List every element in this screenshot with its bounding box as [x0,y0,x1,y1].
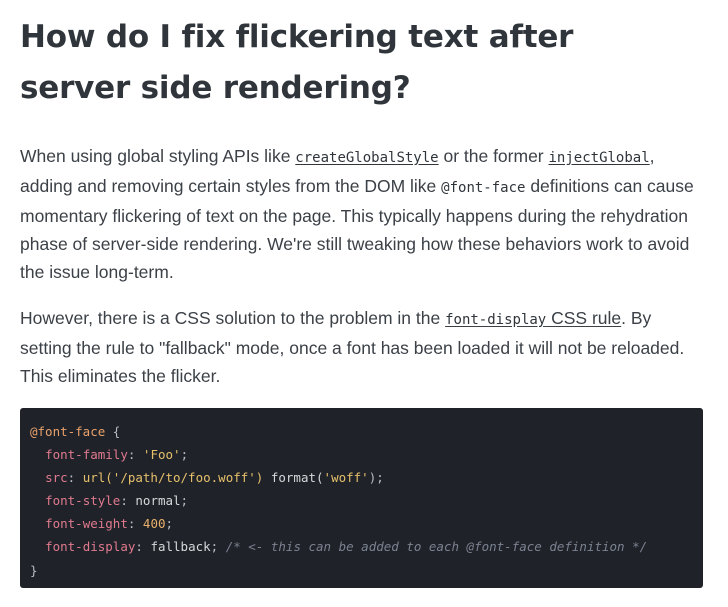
code-line: src: url('/path/to/foo.woff') format('wo… [30,466,703,489]
paragraph-font-display-solution: However, there is a CSS solution to the … [20,304,705,390]
code-token: normal [135,493,181,509]
code-token: : [135,539,151,555]
code-token: format( [263,470,324,486]
code-token: : [120,493,136,509]
link-text: CSS rule [546,308,622,328]
code-token: ; [180,493,189,509]
code-token: url('/path/to/foo.woff') [82,470,264,486]
code-comment: /* <- this can be added to each @font-fa… [225,539,648,555]
code-token: ; [180,447,189,463]
code-token: src [45,470,68,486]
code-line: font-weight: 400; [30,512,703,535]
paragraph-text: When using global styling APIs like [20,146,296,166]
code-token: 400 [142,516,166,532]
paragraph-text: or the former [438,146,549,166]
inline-code: @font-face [441,180,526,196]
paragraph-text: However, there is a CSS solution to the … [20,308,446,328]
inline-code: injectGlobal [548,150,650,166]
font-display-css-rule-link[interactable]: font-display CSS rule [445,308,621,328]
code-line: font-family: 'Foo'; [30,443,703,466]
code-token: ; [210,539,226,555]
code-token: font-family [45,447,128,463]
code-token: { [105,424,121,439]
code-token: @font-face [30,424,106,439]
code-token: font-display [45,539,136,555]
code-token: font-weight [45,516,128,532]
page-title: How do I fix flickering text after serve… [20,19,574,106]
code-token: : [127,447,143,463]
inline-code: createGlobalStyle [295,150,439,166]
code-token: ; [165,516,174,532]
paragraph-flicker-explanation: When using global styling APIs like crea… [20,142,705,286]
code-block: @font-face { font-family: 'Foo'; src: ur… [20,408,703,588]
code-line: } [30,559,703,582]
code-token: } [30,562,38,578]
create-global-style-link[interactable]: createGlobalStyle [295,146,438,166]
code-token: : [127,516,143,532]
inline-code: font-display [445,312,547,328]
code-token: ); [368,470,384,486]
code-token: 'woff' [323,470,369,486]
code-line: font-display: fallback; /* <- this can b… [30,535,703,558]
article: How do I fix flickering text after serve… [20,0,710,390]
inject-global-link[interactable]: injectGlobal [549,146,650,166]
code-token: fallback [150,539,211,555]
code-line: font-style: normal; [30,489,703,512]
code-token: 'Foo' [142,447,181,463]
code-line: @font-face { [30,420,703,443]
code-token: : [67,470,83,486]
code-token: font-style [45,493,121,509]
